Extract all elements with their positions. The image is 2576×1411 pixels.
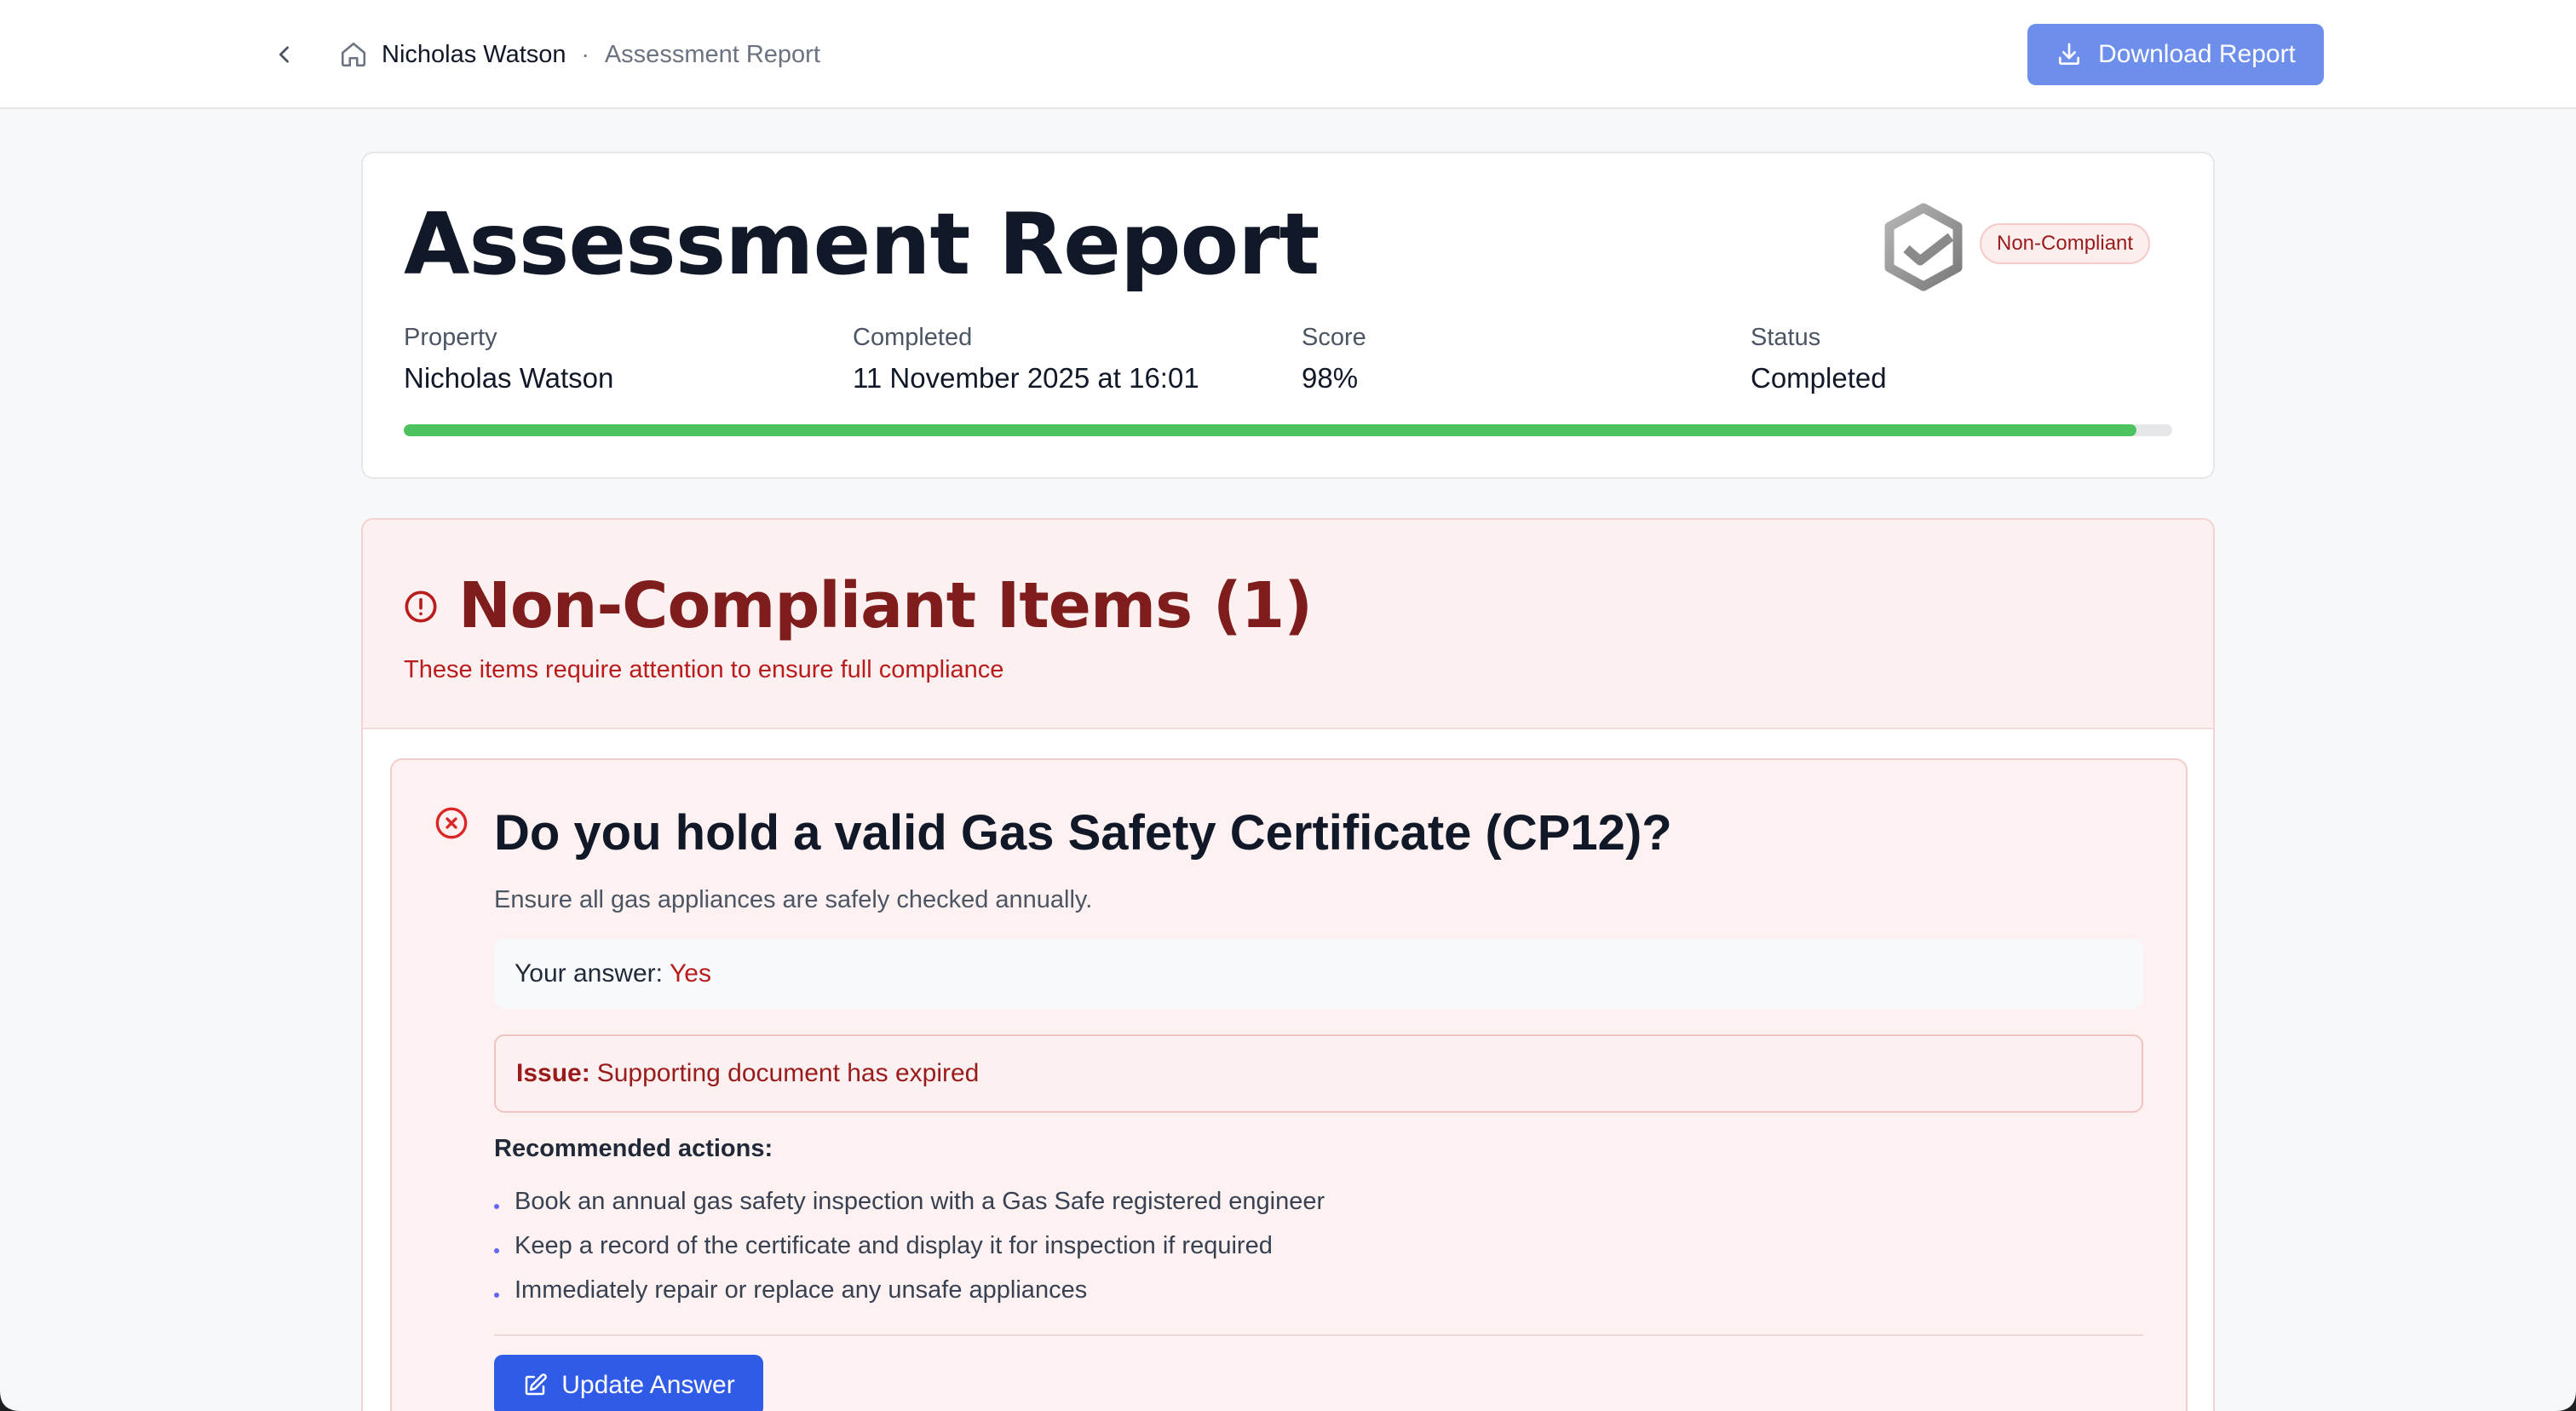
recommended-actions-title: Recommended actions:: [494, 1135, 773, 1162]
breadcrumb-property[interactable]: Nicholas Watson: [382, 41, 566, 69]
alert-circle-icon: [405, 590, 437, 623]
download-icon: [2059, 43, 2080, 65]
score-value: 98%: [1302, 362, 1359, 394]
status-value: Completed: [1751, 362, 1887, 394]
bullet-icon: [494, 1293, 499, 1298]
recommendation-text: Keep a record of the certificate and dis…: [515, 1231, 1273, 1259]
page-title: Assessment Report: [404, 194, 1320, 294]
status-field: Status Completed: [1751, 324, 1887, 395]
bullet-icon: [494, 1248, 499, 1253]
list-item: Immediately repair or replace any unsafe…: [494, 1268, 1325, 1312]
property-value: Nicholas Watson: [404, 362, 614, 394]
top-bar: Nicholas Watson · Assessment Report Down…: [0, 0, 2576, 109]
score-progress-bar: [404, 424, 2172, 436]
back-button[interactable]: [264, 34, 305, 75]
status-label: Status: [1751, 324, 1821, 351]
non-compliant-heading: Non-Compliant Items (1): [458, 569, 1313, 642]
download-report-button[interactable]: Download Report: [2027, 24, 2324, 85]
recommendation-text: Book an annual gas safety inspection wit…: [515, 1187, 1325, 1215]
non-compliant-header: Non-Compliant Items (1) These items requ…: [363, 520, 2213, 729]
completed-label: Completed: [853, 324, 973, 351]
non-compliant-item: Do you hold a valid Gas Safety Certifica…: [390, 758, 2188, 1411]
issue-text: Supporting document has expired: [596, 1059, 980, 1087]
item-question: Do you hold a valid Gas Safety Certifica…: [494, 805, 1672, 861]
breadcrumb: Nicholas Watson · Assessment Report: [339, 34, 820, 75]
divider: [494, 1334, 2143, 1336]
list-item: Keep a record of the certificate and dis…: [494, 1224, 1325, 1268]
update-answer-label: Update Answer: [561, 1371, 735, 1399]
recommended-actions-list: Book an annual gas safety inspection wit…: [494, 1179, 1325, 1312]
item-description: Ensure all gas appliances are safely che…: [494, 886, 1093, 913]
update-answer-button[interactable]: Update Answer: [494, 1355, 763, 1411]
answer-value: Yes: [670, 959, 711, 988]
score-label: Score: [1302, 324, 1366, 351]
hexagon-check-logo: [1884, 203, 1963, 291]
summary-card: Assessment Report Non-Compliant Property…: [361, 152, 2215, 479]
issue-box: Issue: Supporting document has expired: [494, 1034, 2143, 1113]
property-field: Property Nicholas Watson: [404, 324, 613, 395]
edit-icon: [526, 1374, 548, 1396]
completed-field: Completed 11 November 2025 at 16:01: [853, 324, 1199, 395]
issue-label: Issue:: [516, 1059, 590, 1087]
breadcrumb-separator: ·: [581, 41, 589, 67]
property-label: Property: [404, 324, 497, 351]
non-compliant-section: Non-Compliant Items (1) These items requ…: [361, 518, 2215, 1411]
non-compliant-subheading: These items require attention to ensure …: [404, 656, 1004, 683]
score-progress-fill: [404, 424, 2137, 436]
breadcrumb-current-page: Assessment Report: [604, 40, 820, 68]
score-field: Score 98%: [1302, 324, 1366, 395]
home-icon[interactable]: [339, 40, 368, 69]
download-report-label: Download Report: [2098, 40, 2296, 68]
bullet-icon: [494, 1204, 499, 1209]
your-answer-box: Your answer: Yes: [494, 939, 2143, 1009]
completed-value: 11 November 2025 at 16:01: [853, 362, 1199, 394]
recommendation-text: Immediately repair or replace any unsafe…: [515, 1276, 1088, 1304]
answer-label: Your answer:: [515, 959, 663, 988]
chevron-left-icon: [279, 46, 289, 63]
list-item: Book an annual gas safety inspection wit…: [494, 1179, 1325, 1224]
x-circle-icon: [435, 807, 468, 839]
status-badge: Non-Compliant: [1980, 223, 2151, 264]
